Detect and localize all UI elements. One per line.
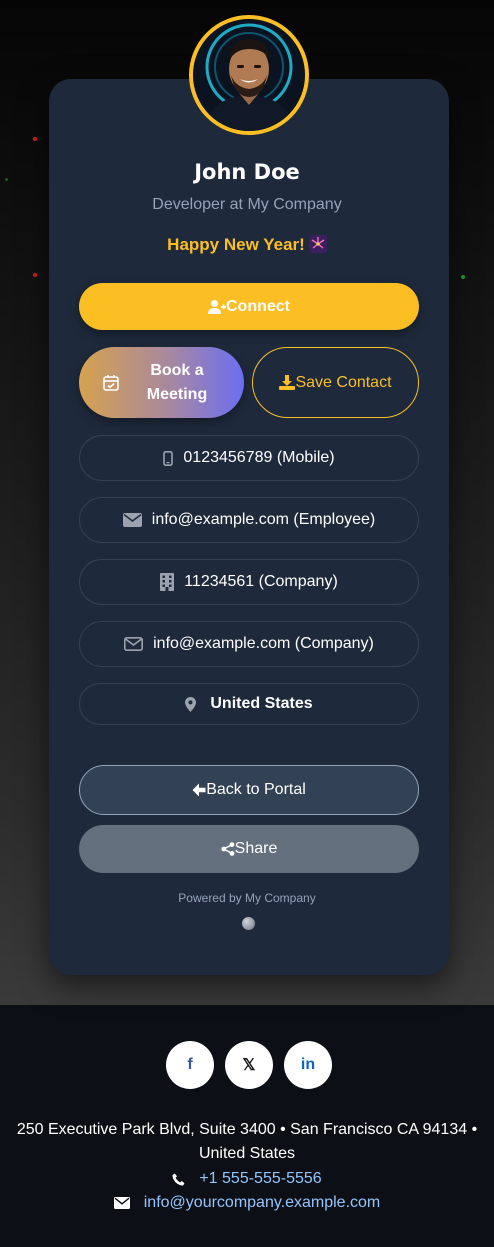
contact-value: info@example.com (Company)	[153, 635, 374, 652]
greeting-label: Happy New Year!	[167, 235, 305, 254]
phone-icon	[172, 1173, 185, 1186]
contact-row-employee-email[interactable]: info@example.com (Employee)	[79, 497, 419, 543]
profile-role: Developer at My Company	[152, 196, 342, 213]
confetti-dot	[461, 275, 465, 279]
contact-row-company-email[interactable]: info@example.com (Company)	[79, 621, 419, 667]
arrow-left-icon	[192, 783, 206, 797]
share-icon	[221, 842, 235, 856]
avatar-illustration	[193, 19, 305, 131]
envelope-outline-icon	[124, 637, 144, 651]
x-icon[interactable]: 𝕏	[225, 1041, 273, 1089]
contact-value: 0123456789 (Mobile)	[183, 449, 335, 466]
book-meeting-label: Book a Meeting	[146, 361, 208, 403]
save-contact-button[interactable]: Save Contact	[252, 347, 419, 418]
footer-phone[interactable]: +1 555-555-5556	[0, 1170, 494, 1188]
download-icon	[279, 375, 296, 390]
back-to-portal-label: Back to Portal	[206, 781, 306, 798]
book-meeting-button[interactable]: Book a Meeting	[79, 347, 244, 418]
contact-row-location[interactable]: United States	[79, 683, 419, 725]
contact-row-company-phone[interactable]: 11234561 (Company)	[79, 559, 419, 605]
confetti-dot	[33, 137, 37, 141]
share-label: Share	[234, 840, 278, 857]
footer-address: 250 Executive Park Blvd, Suite 3400 • Sa…	[16, 1121, 478, 1162]
mobile-icon	[163, 450, 174, 466]
calendar-check-icon	[103, 374, 119, 391]
connect-label: Connect	[226, 297, 290, 315]
facebook-icon[interactable]: f	[166, 1041, 214, 1089]
share-button[interactable]: Share	[79, 825, 419, 873]
linkedin-icon[interactable]: in	[284, 1041, 332, 1089]
fireworks-icon	[308, 235, 327, 253]
location-pin-icon	[185, 696, 197, 712]
envelope-icon	[113, 1197, 130, 1209]
contact-value: info@example.com (Employee)	[151, 511, 376, 528]
company-logo-icon	[242, 917, 255, 930]
contact-value: United States	[210, 695, 313, 712]
footer-phone-text[interactable]: +1 555-555-5556	[199, 1170, 321, 1188]
back-to-portal-button[interactable]: Back to Portal	[79, 765, 419, 815]
add-user-icon	[208, 299, 226, 315]
contact-row-mobile[interactable]: 0123456789 (Mobile)	[79, 435, 419, 481]
envelope-icon	[122, 513, 142, 527]
building-icon	[160, 573, 175, 591]
avatar	[189, 15, 309, 135]
footer-email[interactable]: info@yourcompany.example.com	[0, 1194, 494, 1212]
contact-value: 11234561 (Company)	[184, 573, 338, 590]
greeting-text: Happy New Year!	[0, 235, 494, 255]
footer-email-text[interactable]: info@yourcompany.example.com	[144, 1194, 381, 1212]
save-contact-label: Save Contact	[295, 373, 392, 391]
confetti-dot	[33, 273, 37, 277]
connect-button[interactable]: Connect	[79, 283, 419, 330]
profile-name: John Doe	[194, 160, 300, 184]
powered-by-text: Powered by My Company	[178, 891, 316, 905]
